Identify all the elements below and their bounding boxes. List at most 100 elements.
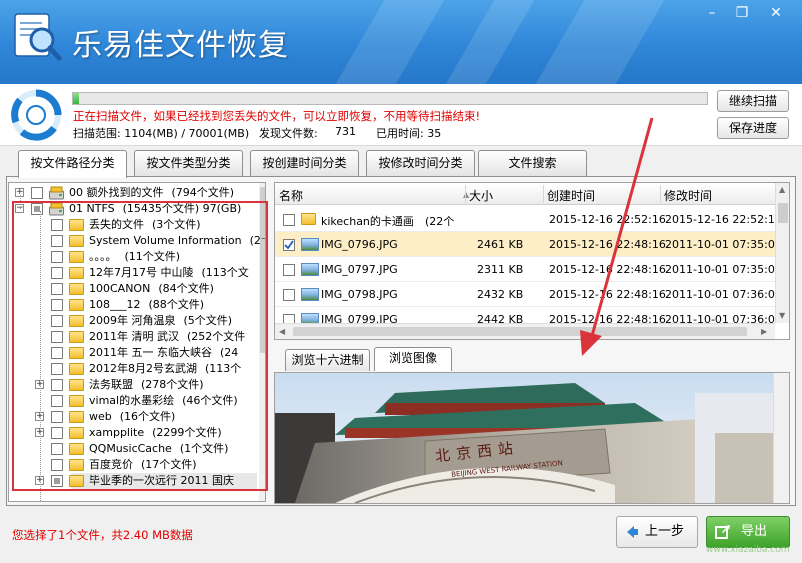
folder-icon — [69, 395, 84, 407]
file-row[interactable]: kikechan的卡通画 (22个 2015-12-16 22:52:16 2015-… — [275, 207, 782, 232]
tree-scrollbar[interactable] — [259, 183, 265, 501]
tree-item-checkbox[interactable] — [51, 395, 63, 407]
file-row[interactable]: IMG_0796.JPG 2461 KB 2015-12-16 22:48:16 20… — [275, 232, 782, 257]
tree-item[interactable]: 2012年8月2号玄武湖 (113个 — [9, 361, 259, 377]
folder-icon — [69, 235, 84, 247]
tree-item[interactable]: −01 NTFS (15435个文件) 97(GB) — [9, 201, 259, 217]
tree-item-checkbox[interactable] — [51, 443, 63, 455]
scan-range: 扫描范围: 1104(MB) / 70001(MB) — [73, 127, 250, 140]
file-name: IMG_0796.JPG — [321, 238, 398, 251]
scroll-left-icon[interactable]: ◀ — [279, 327, 285, 336]
file-list-header: 名称 ▲ 大小 创建时间 修改时间 — [275, 183, 775, 205]
tree-item-checkbox[interactable] — [51, 331, 63, 343]
tree-item-count: (794个文件) — [171, 186, 235, 199]
tree-item[interactable]: + web (16个文件) — [9, 409, 259, 425]
tree-item-checkbox[interactable] — [51, 219, 63, 231]
tree-item[interactable]: + 法务联盟 (278个文件) — [9, 377, 259, 393]
tree-item[interactable]: + 毕业季的一次远行 2011 国庆 — [9, 473, 259, 489]
app-logo-icon — [14, 13, 62, 61]
tree-item[interactable]: 12年7月17号 中山陵 (113个文 — [9, 265, 259, 281]
scroll-down-icon[interactable]: ▼ — [779, 311, 785, 320]
file-row[interactable]: IMG_0798.JPG 2432 KB 2015-12-16 22:48:16 20… — [275, 282, 782, 307]
tree-item[interactable]: + xampplite (2299个文件) — [9, 425, 259, 441]
title-decoration — [335, 0, 445, 84]
export-button[interactable]: 导出 — [706, 516, 790, 548]
tree-item-checkbox[interactable] — [51, 459, 63, 471]
folder-icon — [69, 283, 84, 295]
column-size[interactable]: 大小 — [469, 187, 493, 204]
tab-by-type[interactable]: 按文件类型分类 — [134, 150, 243, 176]
tab-by-path[interactable]: 按文件路径分类 — [18, 150, 127, 178]
scroll-up-icon[interactable]: ▲ — [779, 185, 785, 194]
tree-item-checkbox[interactable] — [31, 187, 43, 199]
file-list-hscroll-thumb[interactable] — [293, 327, 747, 336]
tree-item-count: (1个文件) — [179, 442, 229, 455]
file-list[interactable]: 名称 ▲ 大小 创建时间 修改时间 kikechan的卡通画 (22个 2015-1… — [274, 182, 790, 340]
tree-item-checkbox[interactable] — [51, 411, 63, 423]
folder-icon — [69, 251, 84, 263]
tree-item[interactable]: System Volume Information (2⁻ — [9, 233, 265, 249]
scan-progress-fill — [73, 93, 80, 104]
tree-item[interactable]: QQMusicCache (1个文件) — [9, 441, 259, 457]
tree-item-checkbox[interactable] — [51, 235, 63, 247]
file-row[interactable]: IMG_0797.JPG 2311 KB 2015-12-16 22:48:16 20… — [275, 257, 782, 282]
back-button[interactable]: 上一步 — [616, 516, 698, 548]
file-list-vscroll-thumb[interactable] — [778, 203, 788, 223]
file-row-checkbox[interactable] — [283, 289, 295, 301]
tab-by-created[interactable]: 按创建时间分类 — [250, 150, 359, 176]
tree-item[interactable]: 百度竞价 (17个文件) — [9, 457, 259, 473]
scroll-right-icon[interactable]: ▶ — [761, 327, 767, 336]
tree-item-checkbox[interactable] — [51, 299, 63, 311]
continue-scan-button[interactable]: 继续扫描 — [717, 90, 789, 112]
tree-item[interactable]: 2011年 五一 东临大峡谷 (24 — [9, 345, 259, 361]
folder-icon — [69, 267, 84, 279]
folder-icon — [301, 213, 316, 225]
folder-icon — [69, 443, 84, 455]
tree-scrollbar-thumb[interactable] — [260, 187, 265, 353]
tree-item[interactable]: 108___12 (88个文件) — [9, 297, 259, 313]
tree-item-checkbox[interactable] — [31, 203, 43, 215]
title-decoration — [445, 0, 535, 84]
tree-item-checkbox[interactable] — [51, 379, 63, 391]
file-list-hscrollbar[interactable]: ◀ ▶ — [275, 323, 775, 339]
close-button[interactable]: ✕ — [762, 4, 790, 24]
save-progress-button[interactable]: 保存进度 — [717, 117, 789, 139]
tree-item[interactable]: +00 额外找到的文件 (794个文件) — [9, 185, 259, 201]
tree-item-checkbox[interactable] — [51, 347, 63, 359]
tree-item-count: (15435个文件) 97(GB) — [122, 202, 242, 215]
column-created[interactable]: 创建时间 — [547, 187, 595, 204]
tree-item[interactable]: 2011年 清明 武汉 (252个文件 — [9, 329, 259, 345]
tab-hex-preview[interactable]: 浏览十六进制 — [285, 349, 370, 371]
tree-item[interactable]: 丢失的文件 (3个文件) — [9, 217, 259, 233]
minimize-button[interactable]: – — [698, 4, 726, 24]
file-list-vscrollbar[interactable]: ▲ ▼ — [775, 183, 789, 323]
tree-item[interactable]: 100CANON (84个文件) — [9, 281, 259, 297]
tab-image-preview[interactable]: 浏览图像 — [374, 347, 452, 371]
tree-item[interactable]: vimal的水墨彩绘 (46个文件) — [9, 393, 259, 409]
drive-icon — [49, 186, 64, 200]
tree-item-checkbox[interactable] — [51, 427, 63, 439]
tree-item-checkbox[interactable] — [51, 251, 63, 263]
tree-item-checkbox[interactable] — [51, 475, 63, 487]
folder-tree[interactable]: +00 额外找到的文件 (794个文件) −01 NTFS (15435个文件) 97… — [8, 182, 266, 502]
file-row-checkbox[interactable] — [283, 239, 295, 251]
tree-item-checkbox[interactable] — [51, 267, 63, 279]
column-name[interactable]: 名称 — [279, 187, 303, 204]
tab-file-search[interactable]: 文件搜索 — [478, 150, 587, 176]
column-modified[interactable]: 修改时间 — [664, 187, 712, 204]
file-created: 2015-12-16 22:48:16 — [549, 288, 666, 301]
tree-item-checkbox[interactable] — [51, 283, 63, 295]
title-bar: 乐易佳文件恢复 – ❐ ✕ — [0, 0, 802, 84]
file-row-checkbox[interactable] — [283, 214, 295, 226]
maximize-button[interactable]: ❐ — [728, 4, 756, 24]
tree-item[interactable]: 。。。。 (11个文件) — [9, 249, 259, 265]
tree-item-checkbox[interactable] — [51, 315, 63, 327]
tree-item-count: (24 — [220, 346, 239, 359]
preview-scrollbar[interactable] — [773, 373, 789, 503]
tree-item-count: (17个文件) — [141, 458, 197, 471]
tree-item-label: 00 额外找到的文件 — [69, 186, 164, 199]
tree-item-checkbox[interactable] — [51, 363, 63, 375]
tree-item[interactable]: 2009年 河角温泉 (5个文件) — [9, 313, 259, 329]
file-row-checkbox[interactable] — [283, 264, 295, 276]
tab-by-modified[interactable]: 按修改时间分类 — [366, 150, 475, 176]
